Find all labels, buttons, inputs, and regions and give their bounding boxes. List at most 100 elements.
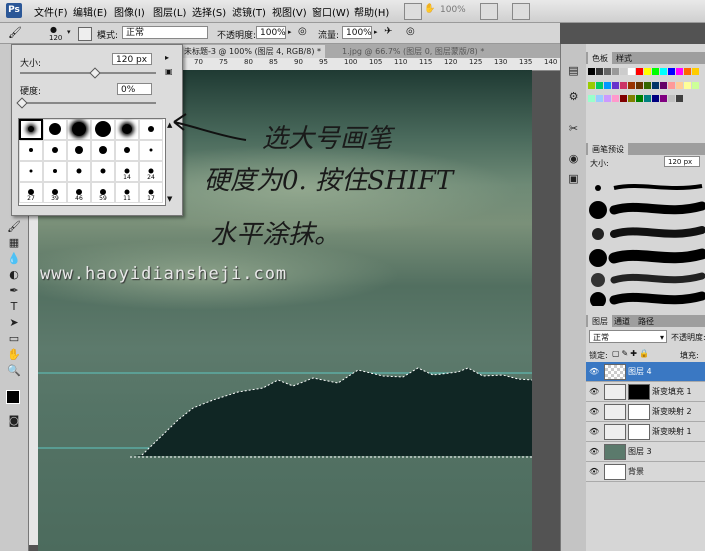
color-swatch[interactable] [644, 95, 651, 103]
color-swatch[interactable] [660, 81, 667, 89]
brush-preset-cell[interactable] [43, 140, 67, 161]
layer-row[interactable]: 👁 渐变映射 1 [586, 422, 705, 442]
eye-icon[interactable]: 👁 [589, 427, 599, 436]
zoom-level[interactable]: 100% [440, 5, 466, 15]
type-tool-icon[interactable]: T [6, 300, 22, 314]
color-swatch[interactable] [596, 81, 603, 89]
color-swatch[interactable] [676, 68, 683, 75]
layer-row[interactable]: 👁 渐变填充 1 [586, 382, 705, 402]
color-swatch[interactable] [668, 81, 675, 89]
color-swatch[interactable] [636, 95, 643, 103]
pen-tool-icon[interactable]: ✒ [6, 284, 22, 298]
color-swatch[interactable] [588, 95, 595, 103]
pressure-size-icon[interactable]: ◎ [406, 26, 415, 37]
tab-styles[interactable]: 样式 [612, 52, 636, 65]
brush-preset-cell[interactable] [67, 140, 91, 161]
color-swatch[interactable] [620, 95, 627, 103]
gradient-tool-icon[interactable]: ▦ [6, 236, 22, 250]
pressure-opacity-icon[interactable]: ◎ [298, 26, 307, 37]
tools-preset-icon[interactable]: ✂ [566, 122, 581, 136]
brush-preset-cell[interactable] [19, 161, 43, 182]
menu-image[interactable]: 图像(I) [114, 4, 145, 19]
brush-preset-cell[interactable] [115, 140, 139, 161]
brush-preset-cell[interactable]: 11 [115, 182, 139, 203]
color-swatch[interactable] [684, 68, 691, 75]
hand-tool-icon[interactable]: ✋ [6, 348, 22, 362]
color-swatch[interactable] [604, 81, 611, 89]
tab-document-active[interactable]: 未标题-3 @ 100% (图层 4, RGB/8) * [180, 45, 326, 58]
color-swatch[interactable] [628, 81, 635, 89]
history-icon[interactable]: ▤ [566, 64, 581, 78]
hardness-input[interactable]: 0% [117, 83, 152, 95]
eye-icon[interactable]: 👁 [589, 447, 599, 456]
brush-size-readout[interactable]: 120 [49, 34, 62, 42]
color-swatch[interactable] [604, 68, 611, 75]
color-swatch[interactable] [692, 68, 699, 75]
scroll-down-icon[interactable]: ▼ [167, 195, 172, 203]
brush-strokes-list[interactable] [586, 178, 705, 306]
brush-preset-cell[interactable] [91, 140, 115, 161]
new-preset-icon[interactable]: ▣ [165, 67, 173, 76]
adjustments-icon[interactable]: ▣ [566, 172, 581, 186]
menu-filter[interactable]: 滤镜(T) [232, 4, 266, 19]
color-swatch[interactable] [668, 95, 675, 103]
color-swatch[interactable] [652, 95, 659, 103]
color-swatch[interactable] [588, 68, 595, 75]
screen-mode-menu-icon[interactable] [512, 3, 530, 20]
size-slider-knob[interactable] [89, 67, 101, 79]
brush-preset-cell[interactable]: 27 [19, 182, 43, 203]
color-swatch[interactable] [620, 81, 627, 89]
brush-preset-cell[interactable] [67, 161, 91, 182]
brush-tool-icon[interactable]: 🖌 [6, 220, 22, 234]
brush-preset-cell[interactable]: 39 [43, 182, 67, 203]
eye-icon[interactable]: 👁 [589, 407, 599, 416]
color-swatch[interactable] [644, 81, 651, 89]
menu-file[interactable]: 文件(F) [34, 4, 68, 19]
menu-layer[interactable]: 图层(L) [153, 4, 186, 19]
color-swatch[interactable] [660, 68, 667, 75]
menu-select[interactable]: 选择(S) [192, 4, 226, 19]
arrange-documents-icon[interactable] [480, 3, 498, 20]
color-swatch[interactable] [612, 81, 619, 89]
brush-preset-cell[interactable]: 59 [91, 182, 115, 203]
color-swatch[interactable] [620, 68, 627, 75]
color-swatch[interactable] [652, 81, 659, 89]
actions-icon[interactable]: ⚙ [566, 90, 581, 104]
color-swatch[interactable] [596, 68, 603, 75]
eye-icon[interactable]: 👁 [589, 367, 599, 376]
brush-preset-cell[interactable] [19, 119, 43, 140]
panel-menu-icon[interactable]: ▸ [165, 53, 169, 62]
tab-brush-presets[interactable]: 画笔预设 [588, 143, 628, 156]
eye-icon[interactable]: 👁 [589, 387, 599, 396]
brush-preset-cell[interactable]: 14 [115, 161, 139, 182]
color-swatch[interactable] [644, 68, 651, 75]
color-swatch[interactable] [684, 81, 691, 89]
color-swatch[interactable] [692, 81, 699, 89]
path-selection-tool-icon[interactable]: ➤ [6, 316, 22, 330]
airbrush-icon[interactable]: ✈ [384, 26, 392, 37]
tab-layers[interactable]: 图层 [588, 315, 612, 328]
chevron-down-icon[interactable]: ▸ [288, 28, 292, 36]
brush-tool-icon[interactable]: 🖌 [8, 26, 22, 39]
layer-row[interactable]: 👁 图层 3 [586, 442, 705, 462]
color-swatch[interactable] [652, 68, 659, 75]
brush-panel-toggle-icon[interactable] [78, 27, 92, 41]
menu-help[interactable]: 帮助(H) [354, 4, 389, 19]
tab-channels[interactable]: 通道 [610, 315, 634, 328]
layer-blend-mode-select[interactable]: 正常 ▾ [589, 330, 667, 343]
opacity-input[interactable]: 100% [256, 26, 286, 39]
color-swatch[interactable] [588, 81, 595, 89]
menu-edit[interactable]: 编辑(E) [73, 4, 107, 19]
color-swatch[interactable] [676, 81, 683, 89]
color-swatch[interactable] [596, 95, 603, 103]
shape-tool-icon[interactable]: ▭ [6, 332, 22, 346]
hardness-slider-track[interactable] [20, 102, 156, 104]
color-swatch[interactable] [668, 68, 675, 75]
hand-tool-icon[interactable]: ✋ [424, 4, 435, 14]
chevron-down-icon[interactable]: ▾ [67, 28, 71, 36]
brush-preset-cell[interactable] [115, 119, 139, 140]
blur-tool-icon[interactable]: 💧 [6, 252, 22, 266]
layer-row[interactable]: 👁 图层 4 [586, 362, 705, 382]
tab-swatches[interactable]: 色板 [588, 52, 612, 65]
brush-preset-cell[interactable]: 46 [67, 182, 91, 203]
